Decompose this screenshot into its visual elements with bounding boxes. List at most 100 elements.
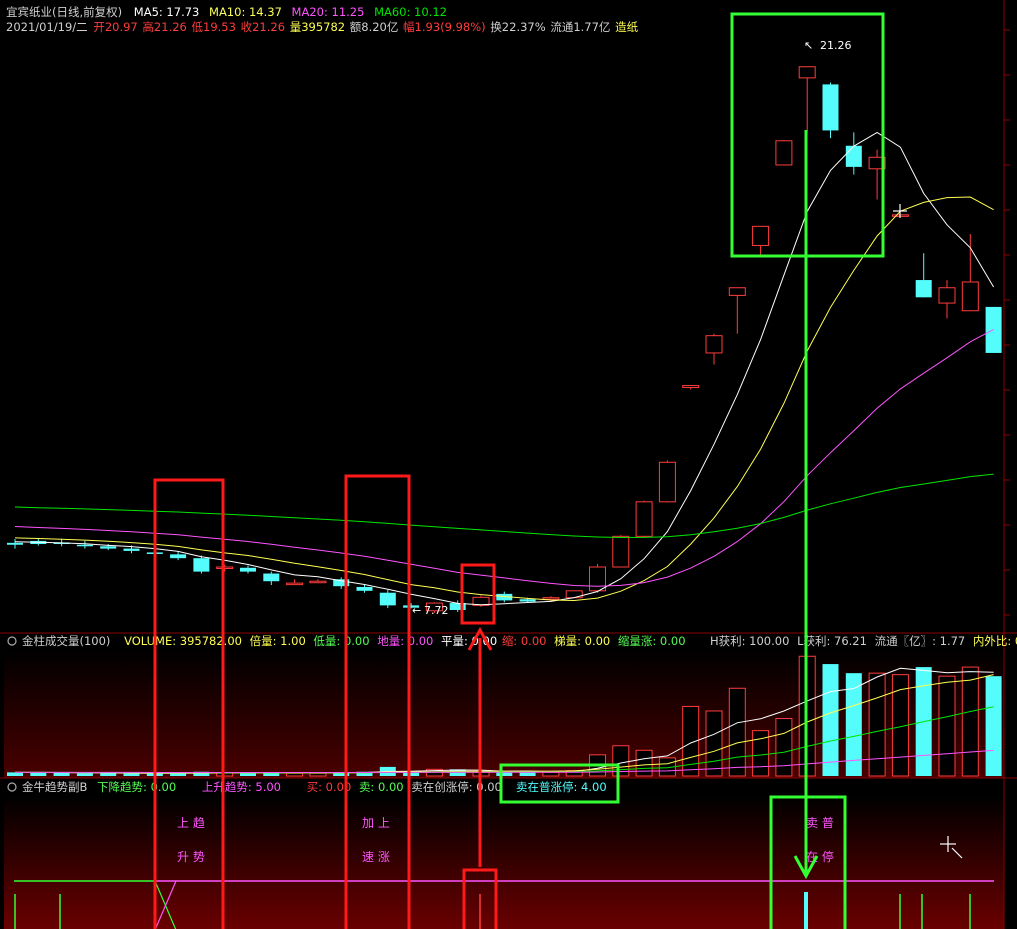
suozhang-value: 缩量涨: 0.00 <box>618 634 686 648</box>
ma10-value: MA10: 14.37 <box>209 5 282 19</box>
volume-indicator-name: 金柱成交量(100) <box>22 634 110 648</box>
quote-amount: 额8.20亿 <box>350 20 399 34</box>
sell-value: 卖: 0.00 <box>359 780 404 794</box>
candle-body <box>565 590 583 599</box>
down-trend-value: 下降趋势: 0.00 <box>97 780 176 794</box>
stock-name: 宜宾纸业(日线,前复权) <box>6 5 122 19</box>
neiwai-value: 内外比: 0 <box>973 634 1017 648</box>
ma5-value: MA5: 17.73 <box>134 5 200 19</box>
volume-bar <box>775 718 793 777</box>
settings-gear-icon[interactable] <box>7 636 17 646</box>
candle-body <box>728 287 746 296</box>
volume-bar <box>938 675 956 777</box>
candle-body <box>635 501 653 537</box>
annotation-up-trend-2: 升 势 <box>177 850 205 864</box>
ti-value: 梯量: 0.00 <box>554 634 610 648</box>
trend-header: 金牛趋势副B 下降趋势: 0.00 上升趋势: 5.00 买: 0.00 卖: … <box>22 780 502 794</box>
annotation-accel-1: 加 上 <box>362 816 390 830</box>
volume-bar <box>822 664 839 776</box>
volume-bar <box>635 749 653 777</box>
candle-body <box>309 580 327 584</box>
volume-bar <box>100 773 117 776</box>
candle-body <box>76 544 93 547</box>
candle-body <box>193 558 210 572</box>
volume-bar <box>53 772 70 776</box>
settings-gear-icon[interactable] <box>7 782 17 792</box>
volume-bar <box>542 771 560 777</box>
volume-header-right: H获利: 100.00 L获利: 76.21 流通〖亿〗: 1.77 内外比: … <box>710 634 1017 648</box>
volume-bar <box>286 772 304 777</box>
price-header: 宜宾纸业(日线,前复权) MA5: 17.73 MA10: 14.37 MA20… <box>6 5 447 19</box>
candle-body <box>216 566 234 570</box>
suo-value: 缩: 0.00 <box>502 634 547 648</box>
stock-chart-canvas: 21.26 ↖ ← 7.72 宜宾纸业(日线,前复权) MA5: 17.73 M… <box>0 0 1017 929</box>
candle-body <box>170 554 187 559</box>
quote-open: 开20.97 <box>93 20 137 34</box>
annotation-up-trend-1: 上 趋 <box>177 816 205 830</box>
low-price-label: 7.72 <box>424 604 449 617</box>
volume-bar <box>309 772 327 777</box>
candle-body <box>240 567 256 572</box>
dil-value: 地量: 0.00 <box>377 634 433 648</box>
candle-body <box>7 542 23 545</box>
candle-body <box>589 566 606 592</box>
volume-bar <box>123 773 140 776</box>
volume-bar <box>985 676 1002 776</box>
sell-new-value: 卖在创涨停: 0.00 <box>411 780 502 794</box>
quote-high: 高21.26 <box>142 20 186 34</box>
candle-body <box>938 287 956 304</box>
low-arrow-icon: ← <box>412 604 421 617</box>
candle-body <box>379 592 396 606</box>
candle-body <box>263 573 280 582</box>
candle-body <box>356 586 373 591</box>
candle-body <box>961 281 979 312</box>
volume-header: 金柱成交量(100) VOLUME: 395782.00 倍量: 1.00 低量… <box>22 634 686 648</box>
ma20-value: MA20: 11.25 <box>292 5 365 19</box>
candle-body <box>845 145 862 167</box>
up-trend-value: 上升趋势: 5.00 <box>202 780 281 794</box>
quote-date: 2021/01/19/二 <box>6 20 88 34</box>
candle-body <box>286 582 304 586</box>
di-value: 低量: 0.00 <box>313 634 369 648</box>
candle-body <box>798 66 816 79</box>
lprofit-value: L获利: 76.21 <box>797 634 867 648</box>
volume-bar <box>76 773 93 776</box>
high-price-label: 21.26 <box>820 39 852 52</box>
candle-body <box>519 599 536 602</box>
quote-close: 收21.26 <box>241 20 285 34</box>
quote-float: 流通1.77亿 <box>550 20 610 34</box>
sell-pu-value: 卖在普涨停: 4.00 <box>516 780 607 794</box>
quote-low: 低19.53 <box>192 20 236 34</box>
candle-body <box>752 225 770 247</box>
hprofit-value: H获利: 100.00 <box>710 634 789 648</box>
volume-bar <box>7 772 23 776</box>
volume-bar <box>868 672 886 777</box>
quote-turnover: 换22.37% <box>490 20 545 34</box>
candle-body <box>915 280 932 298</box>
candle-body <box>658 461 676 503</box>
trend-indicator-name: 金牛趋势副B <box>22 780 87 794</box>
candle-body <box>705 335 723 354</box>
candle-body <box>822 84 839 131</box>
quote-header: 2021/01/19/二 开20.97 高21.26 低19.53 收21.26… <box>6 20 639 34</box>
volume-bar <box>961 666 979 777</box>
annotation-sell-2: 在 停 <box>806 849 834 864</box>
candle-body <box>775 140 793 166</box>
volume-bar <box>728 687 746 777</box>
candle-body <box>612 535 630 568</box>
annotation-accel-2: 速 涨 <box>362 849 390 864</box>
main-pane <box>0 0 1017 633</box>
volume-bar <box>30 772 47 776</box>
candle-body <box>100 546 117 549</box>
quote-change: 幅1.93(9.98%) <box>403 20 486 34</box>
ma60-value: MA60: 10.12 <box>374 5 447 19</box>
high-arrow-icon: ↖ <box>804 39 813 52</box>
quote-volume: 量395782 <box>290 20 345 34</box>
candle-body <box>682 385 700 388</box>
bei-value: 倍量: 1.00 <box>250 634 306 648</box>
annotation-sell-1: 卖 普 <box>806 816 834 830</box>
volume-bar <box>496 772 513 776</box>
candle-body <box>542 597 560 600</box>
volume-bar <box>705 710 723 777</box>
liutong-value: 流通〖亿〗: 1.77 <box>875 634 966 648</box>
